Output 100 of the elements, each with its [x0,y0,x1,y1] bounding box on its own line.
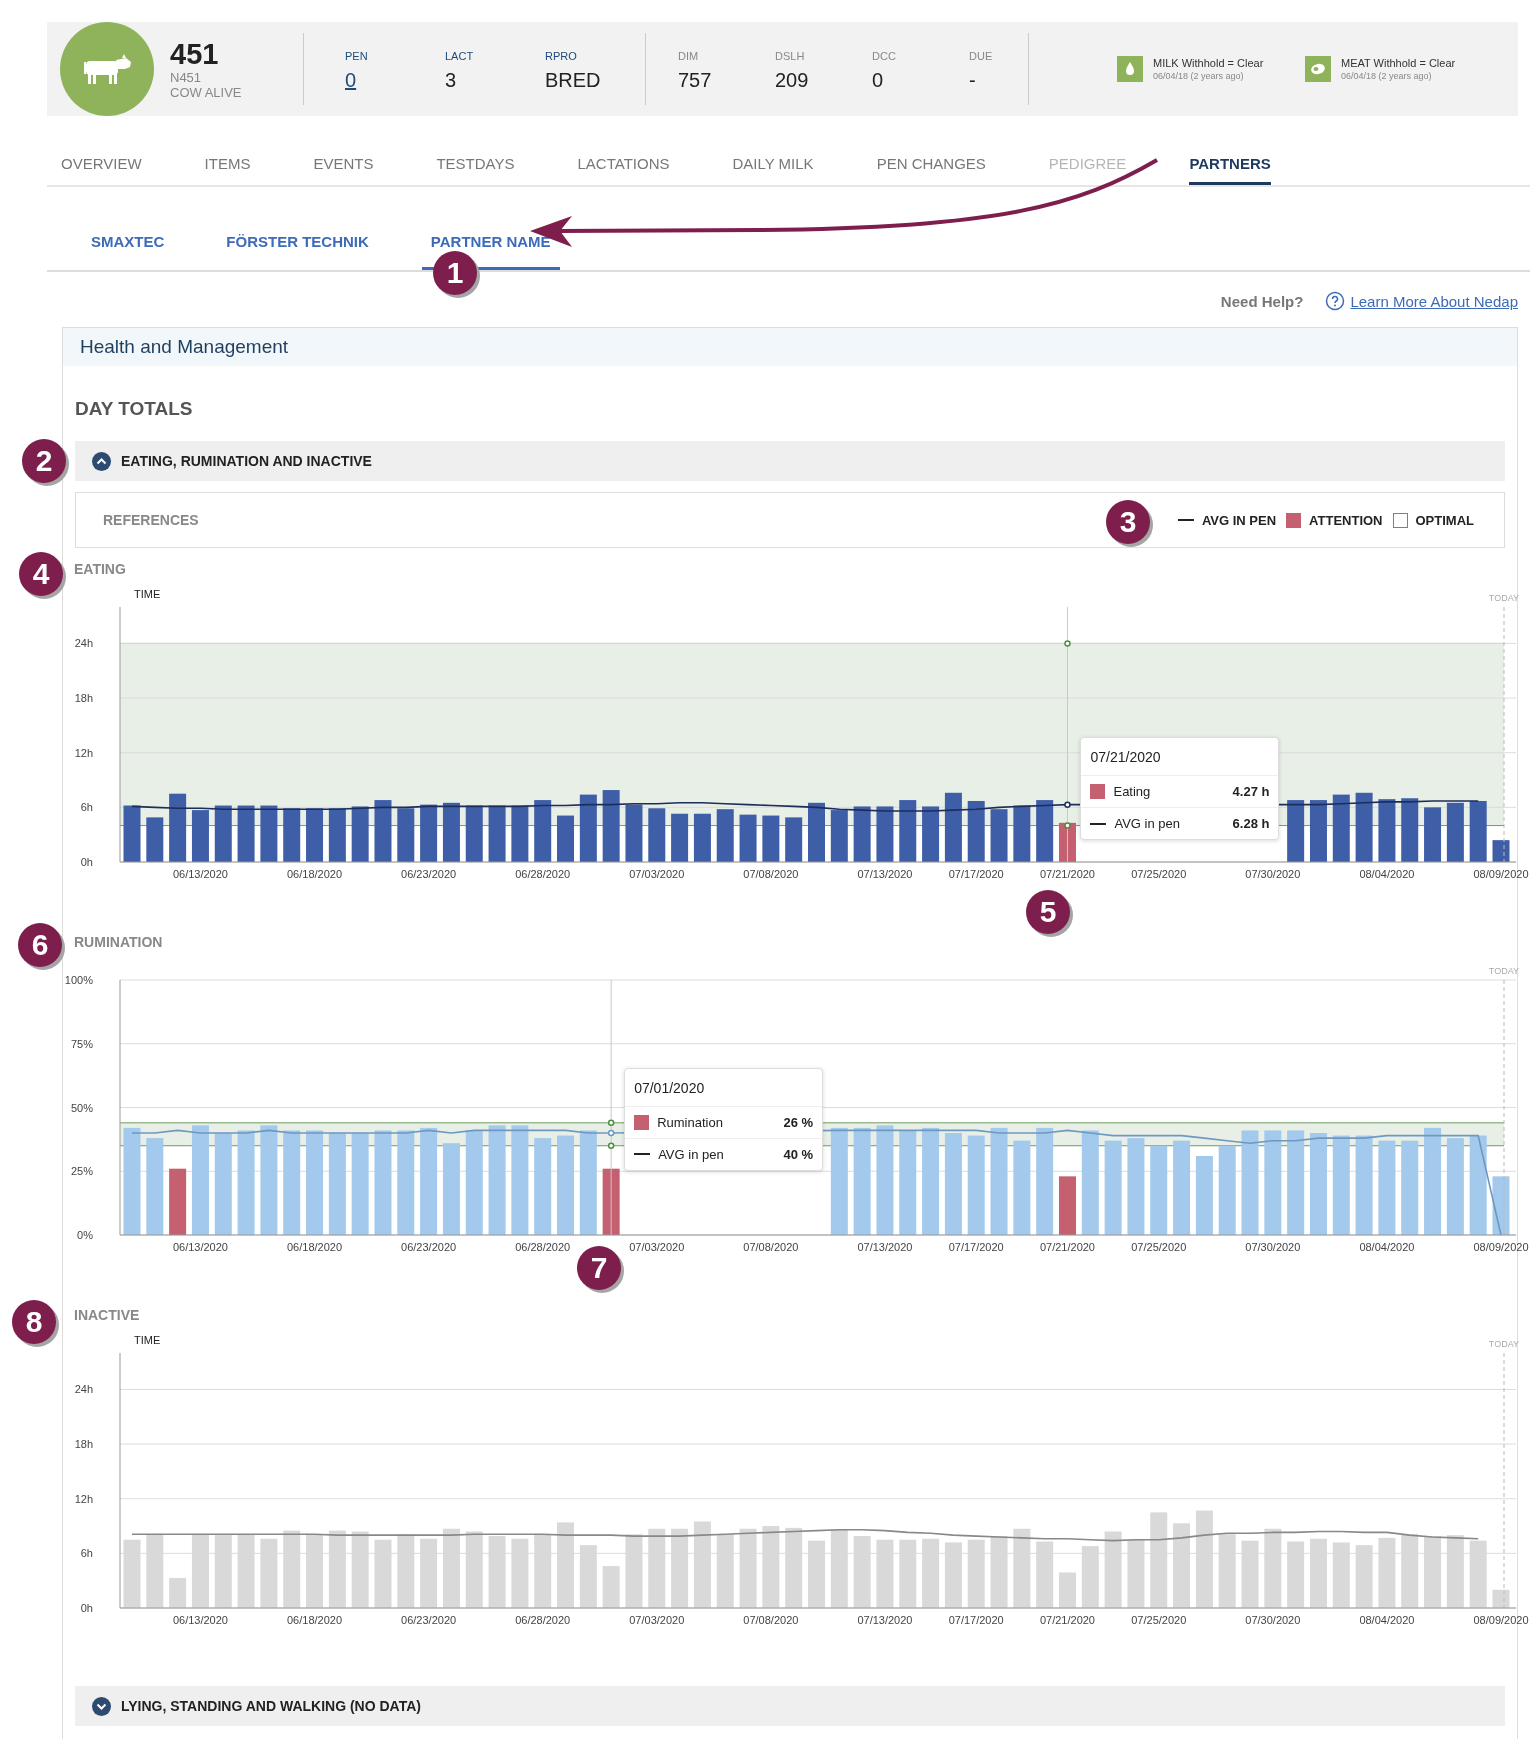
axis-label: 07/17/2020 [948,1241,1004,1253]
axis-label: 06/18/2020 [287,1241,343,1253]
legend-label: ATTENTION [1309,512,1383,528]
stat-value: 757 [678,68,712,92]
axis-label: 24h [74,1383,93,1396]
axis-label: 07/13/2020 [857,1241,913,1253]
axis-label: 06/28/2020 [515,1614,571,1626]
axis-title: TIME [134,1334,161,1346]
axis-label: 07/21/2020 [1039,868,1095,880]
stat-label: DUE [969,49,993,63]
axis-label: 6h [80,1547,93,1560]
withhold-date: 06/04/18 (2 years ago) [1153,69,1245,82]
axis-label: 75% [70,1037,93,1050]
today-label: TODAY [1488,1339,1519,1349]
animal-number: 451 [170,38,220,70]
tooltip-date: 07/21/2020 [1081,738,1279,777]
callout-marker: 7 [577,1246,621,1290]
callout-marker: 4 [19,552,63,596]
axis-label: 07/13/2020 [857,1614,913,1626]
axis-label: 06/23/2020 [401,1241,457,1253]
stat-label: DCC [872,49,896,63]
callout-marker: 6 [18,923,62,967]
axis-title: TIME [134,588,161,600]
stat-value: 0 [872,68,884,92]
axis-label: 12h [74,746,93,759]
axis-label: 07/30/2020 [1245,1241,1301,1253]
tooltip-label: AVG in pen [1114,816,1180,832]
axis-label: 08/09/2020 [1473,1241,1529,1253]
axis-label: 08/04/2020 [1359,1241,1415,1253]
withhold-date: 06/04/18 (2 years ago) [1341,69,1433,82]
callout-marker: 5 [1026,890,1070,934]
axis-label: 06/13/2020 [172,1614,228,1626]
legend-label: AVG IN PEN [1201,512,1277,528]
axis-label: 0% [77,1229,93,1241]
stat-label: RPRO [545,49,577,63]
axis-label: 50% [70,1101,93,1114]
axis-label: 07/08/2020 [743,868,799,880]
axis-label: 07/03/2020 [629,868,685,880]
axis-label: 07/25/2020 [1131,868,1187,880]
tooltip-label: AVG in pen [658,1146,724,1162]
chart-title: EATING [74,561,127,577]
callout-marker: 3 [1106,500,1150,544]
tooltip-value: 26 % [783,1114,814,1130]
axis-label: 08/09/2020 [1473,1614,1529,1626]
tooltip-value: 40 % [783,1146,814,1162]
callout-marker: 8 [12,1300,56,1344]
axis-label: 25% [70,1165,93,1178]
animal-id: N451 [170,70,203,85]
axis-label: 07/03/2020 [629,1241,685,1253]
axis-label: 07/25/2020 [1131,1241,1187,1253]
references-label: REFERENCES [103,512,199,528]
stat-label: LACT [445,49,474,63]
axis-label: 07/08/2020 [743,1614,799,1626]
withhold-title: MEAT Withhold = Clear [1341,56,1456,70]
axis-label: 06/13/2020 [172,868,228,880]
stat-value: - [969,68,976,92]
axis-label: 07/13/2020 [857,868,913,880]
withhold-title: MILK Withhold = Clear [1153,56,1264,70]
animal-status: COW ALIVE [170,85,243,100]
axis-label: 08/04/2020 [1359,868,1415,880]
tooltip-label: Eating [1113,784,1151,800]
axis-label: 0h [80,1602,93,1614]
axis-label: 18h [74,692,93,705]
stat-value: BRED [545,68,601,92]
axis-label: 06/28/2020 [515,868,571,880]
legend-label: OPTIMAL [1415,512,1474,528]
today-label: TODAY [1488,593,1519,603]
axis-label: 06/18/2020 [287,868,343,880]
axis-label: 06/23/2020 [401,868,457,880]
axis-label: 12h [74,1492,93,1505]
help-label: Need Help? [1220,292,1304,310]
axis-label: 100% [64,974,93,986]
stat-label: PEN [345,49,368,63]
stat-label: DIM [678,49,699,63]
chart-title: INACTIVE [74,1307,141,1323]
callout-marker: 1 [433,251,477,295]
tooltip-value: 4.27 h [1232,784,1270,800]
axis-label: 06/13/2020 [172,1241,228,1253]
callout-marker: 2 [22,439,66,483]
chart-title: RUMINATION [74,934,164,950]
axis-label: 08/09/2020 [1473,868,1529,880]
axis-label: 07/25/2020 [1131,1614,1187,1626]
axis-label: 07/30/2020 [1245,868,1301,880]
axis-label: 07/30/2020 [1245,1614,1301,1626]
axis-label: 0h [80,856,93,868]
tooltip-label: Rumination [657,1114,723,1130]
axis-label: 24h [74,637,93,650]
axis-label: 18h [74,1438,93,1451]
stat-value: 209 [775,68,809,92]
axis-label: 07/03/2020 [629,1614,685,1626]
axis-label: 6h [80,801,93,814]
tooltip-value: 6.28 h [1232,816,1270,832]
stat-label: DSLH [775,49,805,63]
axis-label: 07/21/2020 [1039,1614,1095,1626]
axis-label: 07/21/2020 [1039,1241,1095,1253]
section-title: DAY TOTALS [75,397,194,421]
stat-value: 3 [445,68,457,92]
axis-label: 06/18/2020 [287,1614,343,1626]
axis-label: 07/17/2020 [948,868,1004,880]
axis-label: 06/28/2020 [515,1241,571,1253]
